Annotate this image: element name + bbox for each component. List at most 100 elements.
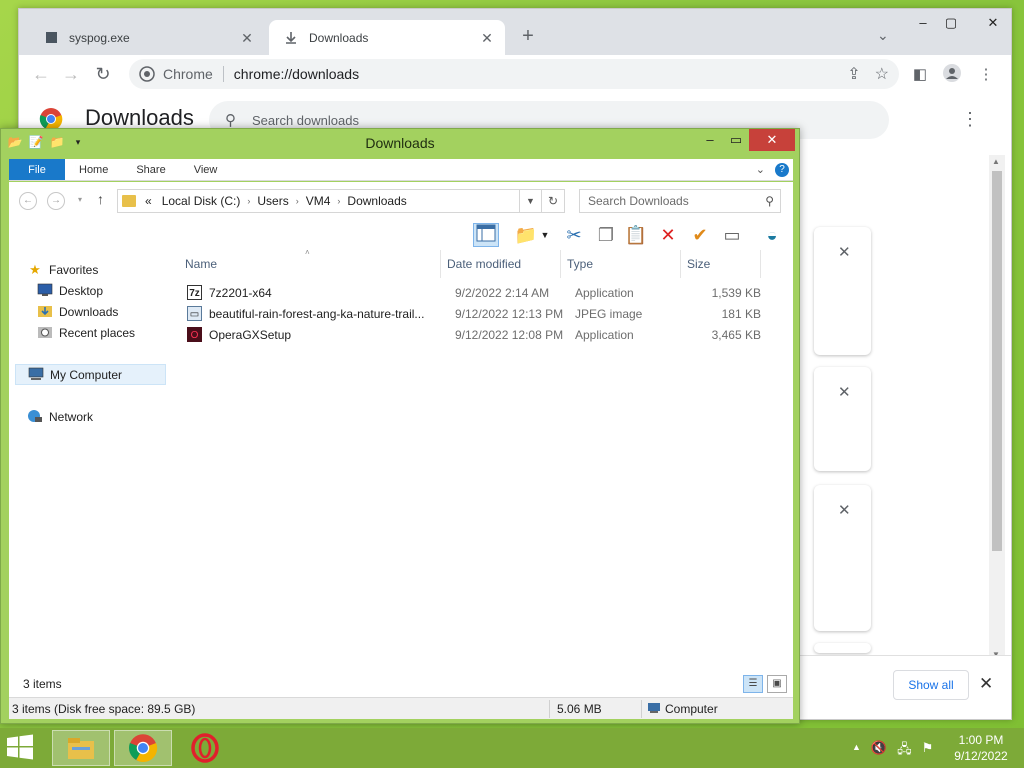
file-row[interactable]: 7z 7z2201-x64 9/2/2022 2:14 AM Applicati… <box>179 282 793 303</box>
file-explorer-icon <box>68 738 94 759</box>
forward-button[interactable]: → <box>47 192 65 210</box>
refresh-icon[interactable]: ↻ <box>540 190 564 212</box>
back-button[interactable]: ← <box>29 62 53 86</box>
address-breadcrumb[interactable]: « Local Disk (C:) › Users › VM4 › Downlo… <box>117 189 565 213</box>
details-view-icon[interactable]: ☰ <box>743 675 763 693</box>
help-icon[interactable]: ? <box>775 162 789 177</box>
nav-network[interactable]: Network <box>27 409 93 425</box>
nav-desktop[interactable]: Desktop <box>37 283 103 299</box>
action-center-icon[interactable]: ⚑ <box>922 740 934 762</box>
back-button[interactable]: ← <box>19 192 37 210</box>
status-divider <box>641 700 642 718</box>
remove-download-icon[interactable]: ✕ <box>838 501 851 519</box>
large-icons-view-icon[interactable]: ▣ <box>767 675 787 693</box>
column-header-size[interactable]: Size <box>681 250 761 278</box>
chevron-down-icon[interactable]: ▼ <box>539 223 551 247</box>
taskbar-chrome[interactable] <box>114 730 172 766</box>
breadcrumb-overflow[interactable]: « <box>140 194 157 208</box>
paste-icon[interactable]: 📋 <box>623 223 649 247</box>
column-header-type[interactable]: Type <box>561 250 681 278</box>
nav-my-computer[interactable]: My Computer <box>15 364 166 385</box>
close-icon[interactable]: ✕ <box>239 30 255 46</box>
nav-favorites[interactable]: ★ Favorites <box>27 262 98 278</box>
breadcrumb-arrow-icon[interactable]: › <box>245 196 252 206</box>
expand-ribbon-chevron-icon[interactable]: ⌄ <box>756 163 765 176</box>
rename-icon[interactable]: ▭ <box>719 223 745 247</box>
remove-download-icon[interactable]: ✕ <box>838 243 851 261</box>
item-count: 3 items <box>23 677 62 691</box>
maximize-button[interactable]: ▭ <box>723 129 749 151</box>
show-all-button[interactable]: Show all <box>893 670 969 700</box>
file-list: Name ˄ Date modified Type Size 7z 7z2201… <box>179 248 793 697</box>
address-dropdown-chevron-icon[interactable]: ▼ <box>519 190 541 212</box>
side-panel-icon[interactable]: ◧ <box>909 64 931 86</box>
delete-icon[interactable]: ✕ <box>655 223 681 247</box>
chrome-toolbar: ← → ↻ Chrome chrome://downloads ⇪ ☆ ◧ ⋮ <box>19 55 1011 93</box>
copy-icon[interactable]: ❐ <box>593 223 619 247</box>
breadcrumb-local-disk[interactable]: Local Disk (C:) <box>157 194 246 208</box>
show-hidden-icons-icon[interactable]: ▲ <box>852 740 861 762</box>
minimize-button[interactable]: – <box>909 13 937 33</box>
new-tab-button[interactable]: + <box>517 25 539 47</box>
file-row[interactable]: O OperaGXSetup 9/12/2022 12:08 PM Applic… <box>179 324 793 345</box>
tab-downloads[interactable]: Downloads ✕ <box>269 20 505 55</box>
file-date: 9/12/2022 12:13 PM <box>455 307 564 321</box>
address-bar[interactable]: Chrome chrome://downloads ⇪ ☆ <box>129 59 899 89</box>
minimize-button[interactable]: – <box>697 129 723 151</box>
up-button[interactable]: ↑ <box>97 191 104 207</box>
cut-icon[interactable]: ✂ <box>561 223 587 247</box>
ribbon-tab-view[interactable]: View <box>180 159 232 180</box>
search-downloads-field[interactable]: Search Downloads ⚲ <box>579 189 781 213</box>
breadcrumb-vm4[interactable]: VM4 <box>301 194 336 208</box>
taskbar-file-explorer[interactable] <box>52 730 110 766</box>
clock[interactable]: 1:00 PM 9/12/2022 <box>946 732 1016 764</box>
recent-locations-chevron-icon[interactable]: ▾ <box>71 192 89 210</box>
reload-button[interactable]: ↻ <box>91 62 115 86</box>
tab-search-chevron-icon[interactable]: ⌄ <box>877 27 889 44</box>
close-icon[interactable]: ✕ <box>479 30 495 46</box>
nav-downloads[interactable]: Downloads <box>37 304 118 320</box>
start-button[interactable] <box>6 734 42 762</box>
nav-label: Downloads <box>59 305 119 319</box>
taskbar-opera[interactable] <box>176 730 234 766</box>
ribbon-tab-share[interactable]: Share <box>122 159 179 180</box>
breadcrumb-arrow-icon[interactable]: › <box>335 196 342 206</box>
check-icon[interactable]: ✔ <box>687 223 713 247</box>
scrollbar-thumb[interactable] <box>992 171 1002 551</box>
column-header-date[interactable]: Date modified <box>441 250 561 278</box>
breadcrumb-arrow-icon[interactable]: › <box>294 196 301 206</box>
breadcrumb-downloads[interactable]: Downloads <box>342 194 411 208</box>
network-status-icon[interactable]: 🖧 <box>897 740 912 762</box>
profile-avatar-icon[interactable] <box>941 64 963 86</box>
share-icon[interactable]: ⇪ <box>847 64 860 84</box>
network-icon <box>27 409 43 425</box>
file-type: Application <box>575 328 634 342</box>
tab-syspog[interactable]: syspog.exe ✕ <box>29 20 265 55</box>
remove-download-icon[interactable]: ✕ <box>838 383 851 401</box>
bookmark-star-icon[interactable]: ☆ <box>875 64 889 84</box>
column-header-name[interactable]: Name ˄ <box>179 248 441 278</box>
maximize-button[interactable]: ▢ <box>937 13 965 33</box>
downloads-menu-icon[interactable]: ⋮ <box>961 109 979 130</box>
page-scrollbar[interactable]: ▲ ▼ <box>989 155 1005 661</box>
downloads-folder-icon <box>37 304 53 320</box>
preview-pane-icon[interactable] <box>473 223 499 247</box>
volume-muted-icon[interactable]: 🔇 <box>871 740 887 762</box>
menu-kebab-icon[interactable]: ⋮ <box>975 64 997 86</box>
close-window-button[interactable]: ✕ <box>979 13 1007 33</box>
ribbon-tab-home[interactable]: Home <box>65 159 122 180</box>
scroll-up-icon[interactable]: ▲ <box>992 157 1000 166</box>
shell-icon[interactable]: ◒ <box>759 223 785 247</box>
close-window-button[interactable]: ✕ <box>749 129 795 151</box>
close-shelf-icon[interactable]: ✕ <box>979 674 993 694</box>
chrome-icon <box>139 66 155 82</box>
ribbon-tab-file[interactable]: File <box>9 159 65 180</box>
forward-button[interactable]: → <box>59 62 83 86</box>
breadcrumb-users[interactable]: Users <box>252 194 293 208</box>
omnibox-actions: ⇪ ☆ <box>847 64 889 84</box>
nav-recent-places[interactable]: Recent places <box>37 325 135 341</box>
explorer-titlebar[interactable]: 📂 📝 📁 ▾ Downloads – ▭ ✕ <box>1 129 799 159</box>
file-row[interactable]: ▭ beautiful-rain-forest-ang-ka-nature-tr… <box>179 303 793 324</box>
folder-options-icon[interactable]: 📁 <box>513 223 539 247</box>
windows-logo-icon <box>7 734 33 760</box>
